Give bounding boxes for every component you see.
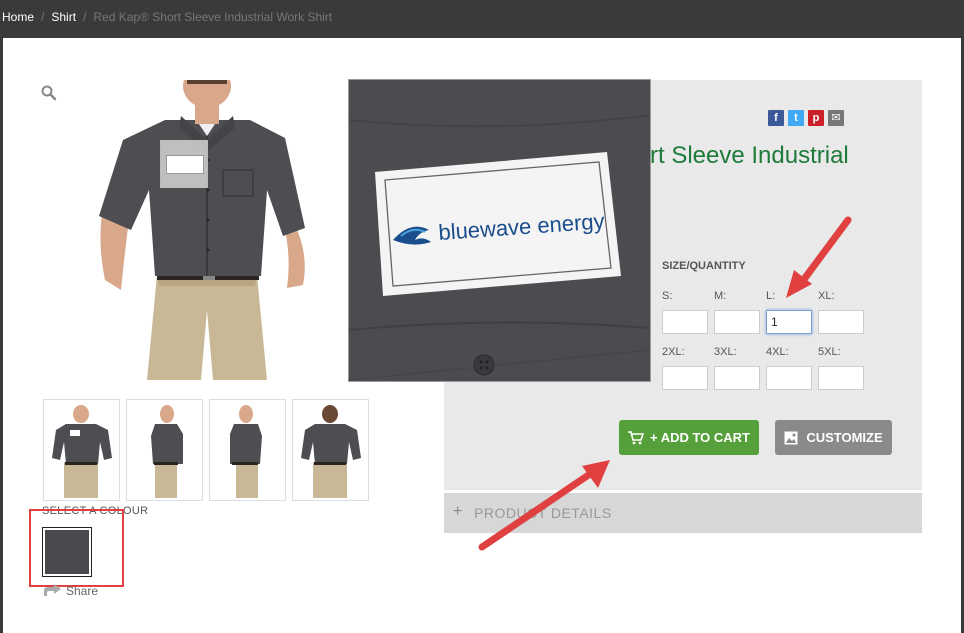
- pinterest-icon[interactable]: p: [808, 110, 824, 126]
- size-input-5xl[interactable]: [818, 366, 864, 390]
- thumbnail-side-right[interactable]: [209, 399, 286, 501]
- customize-button[interactable]: CUSTOMIZE: [775, 420, 892, 455]
- thumbnail-side-left-image: [151, 405, 183, 498]
- image-icon: [784, 431, 798, 444]
- size-input-m[interactable]: [714, 310, 760, 334]
- size-label-4xl: 4XL:: [766, 346, 789, 358]
- size-label-m: M:: [714, 290, 727, 302]
- size-input-3xl[interactable]: [714, 366, 760, 390]
- annotation-highlight-box: [29, 509, 124, 587]
- thumbnail-side-right-image: [230, 405, 262, 498]
- size-label-3xl: 3XL:: [714, 346, 737, 358]
- shopping-cart-icon: [627, 430, 644, 444]
- size-input-l[interactable]: [766, 310, 812, 334]
- facebook-icon[interactable]: f: [768, 110, 784, 126]
- size-input-s[interactable]: [662, 310, 708, 334]
- zoomed-shirt-image: bluewave energy: [349, 80, 650, 381]
- breadcrumb-separator: /: [41, 10, 45, 24]
- top-bar: Home / Shirt / Red Kap® Short Sleeve Industr…: [0, 0, 964, 38]
- twitter-icon[interactable]: t: [788, 110, 804, 126]
- size-label-5xl: 5XL:: [818, 346, 841, 358]
- size-input-4xl[interactable]: [766, 366, 812, 390]
- size-input-2xl[interactable]: [662, 366, 708, 390]
- customize-label: CUSTOMIZE: [806, 430, 883, 445]
- size-label-xl: XL:: [818, 290, 835, 302]
- product-title: rt Sleeve Industrial: [650, 142, 849, 169]
- zoom-preview-popup: bluewave energy: [349, 80, 650, 381]
- size-quantity-label: SIZE/QUANTITY: [662, 260, 746, 272]
- size-input-xl[interactable]: [818, 310, 864, 334]
- thumbnail-front-image: [52, 405, 112, 498]
- thumbnail-back-image: [301, 405, 361, 498]
- breadcrumb-separator: /: [83, 10, 87, 24]
- main-product-image[interactable]: [95, 80, 320, 380]
- breadcrumb-home[interactable]: Home: [2, 10, 34, 24]
- breadcrumb: Home / Shirt / Red Kap® Short Sleeve Industr…: [2, 10, 332, 24]
- frame-border-left: [0, 38, 3, 633]
- breadcrumb-shirt[interactable]: Shirt: [51, 10, 76, 24]
- thumbnail-front[interactable]: [43, 399, 120, 501]
- name-patch-preview: [166, 155, 204, 174]
- size-label-2xl: 2XL:: [662, 346, 685, 358]
- email-icon[interactable]: ✉: [828, 110, 844, 126]
- size-label-l: L:: [766, 290, 776, 302]
- breadcrumb-current: Red Kap® Short Sleeve Industrial Work Sh…: [93, 10, 333, 24]
- zoom-lens[interactable]: [160, 140, 208, 188]
- share-icon[interactable]: [42, 584, 62, 598]
- magnifier-icon[interactable]: [40, 84, 58, 102]
- share-label[interactable]: Share: [66, 584, 98, 598]
- add-to-cart-label: + ADD TO CART: [649, 430, 751, 445]
- plus-icon: +: [453, 503, 463, 520]
- add-to-cart-button[interactable]: + ADD TO CART: [619, 420, 759, 455]
- size-label-s: S:: [662, 290, 673, 302]
- product-details-label: PRODUCT DETAILS: [474, 505, 612, 521]
- thumbnail-back[interactable]: [292, 399, 369, 501]
- thumbnail-side-left[interactable]: [126, 399, 203, 501]
